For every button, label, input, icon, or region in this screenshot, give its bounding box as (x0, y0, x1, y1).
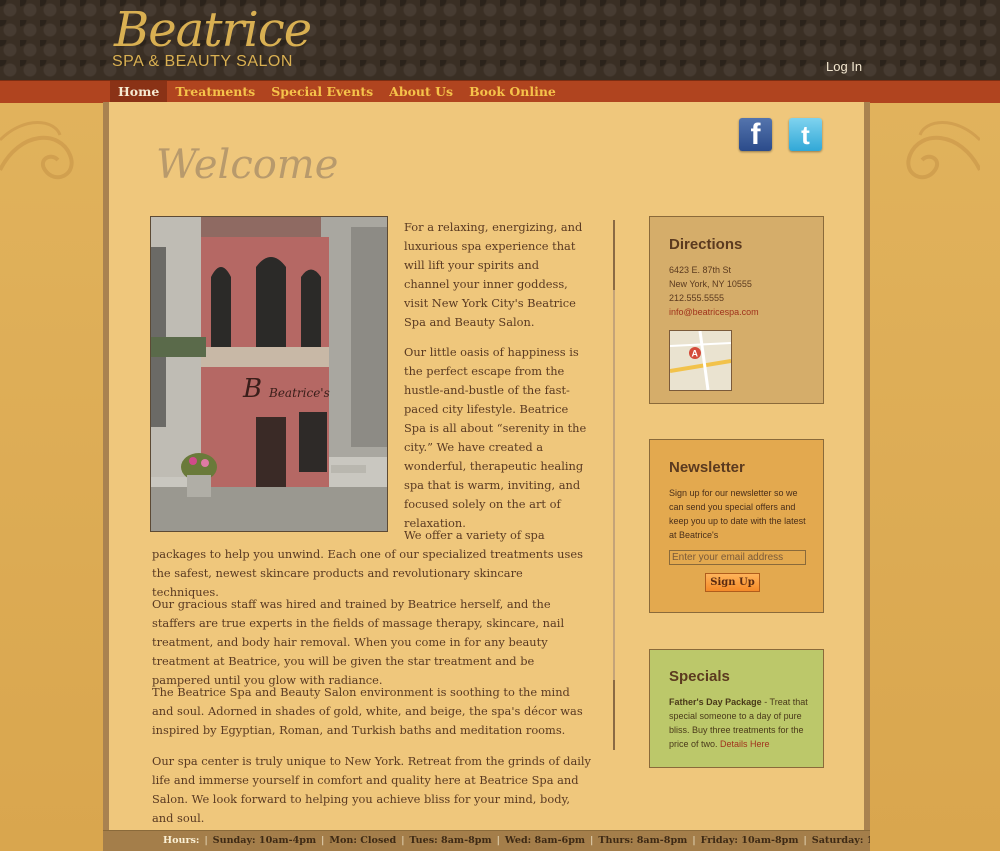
phone-number: 212.555.5555 (669, 293, 725, 303)
facebook-icon[interactable]: f (739, 118, 772, 151)
right-flourish-decoration (906, 121, 980, 180)
specials-description: Father's Day Package - Treat that specia… (669, 695, 809, 751)
newsletter-box: Newsletter Sign up for our newsletter so… (649, 439, 824, 613)
nav-item-special-events[interactable]: Special Events (263, 81, 381, 103)
directions-title: Directions (669, 236, 743, 253)
specials-title: Specials (669, 668, 730, 685)
hours-saturday: Saturday: 10am-6pm (811, 835, 870, 846)
hours-sunday: Sunday: 10am-4pm (212, 835, 317, 846)
newsletter-description: Sign up for our newsletter so we can sen… (669, 488, 806, 540)
photo-sign-letter: B (242, 374, 262, 404)
hours-thursday: Thurs: 8am-8pm (598, 835, 688, 846)
twitter-icon[interactable]: t (789, 118, 822, 151)
body-paragraph-5: The Beatrice Spa and Beauty Salon enviro… (152, 685, 583, 737)
map-pin-label: A (692, 349, 699, 359)
column-divider (613, 220, 615, 750)
nav-item-about-us[interactable]: About Us (381, 81, 461, 103)
site-header: Beatrice SPA & BEAUTY SALON Log In (0, 0, 1000, 80)
spa-storefront-photo: B Beatrice's (150, 216, 388, 532)
email-link[interactable]: info@beatricespa.com (669, 305, 759, 319)
photo-sign-text: Beatrice's (268, 386, 330, 400)
logo-tagline: SPA & BEAUTY SALON (112, 53, 293, 70)
footer-hours-bar: Hours: | Sunday: 10am-4pm | Mon: Closed | Tues… (103, 830, 870, 851)
hours-label: Hours: (163, 835, 200, 846)
intro-paragraph-1: For a relaxing, energizing, and luxuriou… (404, 220, 583, 329)
brand-logo[interactable]: Beatrice SPA & BEAUTY SALON (110, 2, 312, 76)
newsletter-email-input[interactable] (669, 550, 806, 565)
page-title: Welcome (156, 142, 339, 188)
body-paragraph-3: We offer a variety of spa packages to he… (152, 528, 583, 599)
nav-item-treatments[interactable]: Treatments (167, 81, 263, 103)
special-package-name: Father's Day Package (669, 697, 762, 707)
address-line-2: New York, NY 10555 (669, 279, 752, 289)
login-link[interactable]: Log In (826, 59, 862, 74)
newsletter-title: Newsletter (669, 459, 745, 476)
sign-up-button[interactable]: Sign Up (705, 573, 760, 592)
main-navigation: Home Treatments Special Events About Us … (0, 80, 1000, 103)
left-flourish-decoration (0, 121, 74, 180)
intro-paragraph-2: Our little oasis of happiness is the per… (404, 345, 587, 530)
hours-monday: Mon: Closed (329, 835, 397, 846)
nav-item-home[interactable]: Home (110, 81, 168, 103)
hours-tuesday: Tues: 8am-8pm (409, 835, 492, 846)
location-map-thumbnail[interactable]: A (669, 330, 732, 391)
logo-wordmark: Beatrice (114, 2, 312, 58)
address-line-1: 6423 E. 87th St (669, 265, 732, 275)
details-here-link[interactable]: Details Here (720, 739, 770, 749)
nav-item-book-online[interactable]: Book Online (461, 81, 564, 103)
hours-wednesday: Wed: 8am-6pm (504, 835, 586, 846)
body-paragraph-4: Our gracious staff was hired and trained… (152, 597, 565, 687)
specials-box: Specials Father's Day Package - Treat th… (649, 649, 824, 768)
body-paragraph-6: Our spa center is truly unique to New Yo… (152, 754, 591, 825)
hours-friday: Friday: 10am-8pm (700, 835, 799, 846)
directions-box: Directions 6423 E. 87th St New York, NY … (649, 216, 824, 404)
